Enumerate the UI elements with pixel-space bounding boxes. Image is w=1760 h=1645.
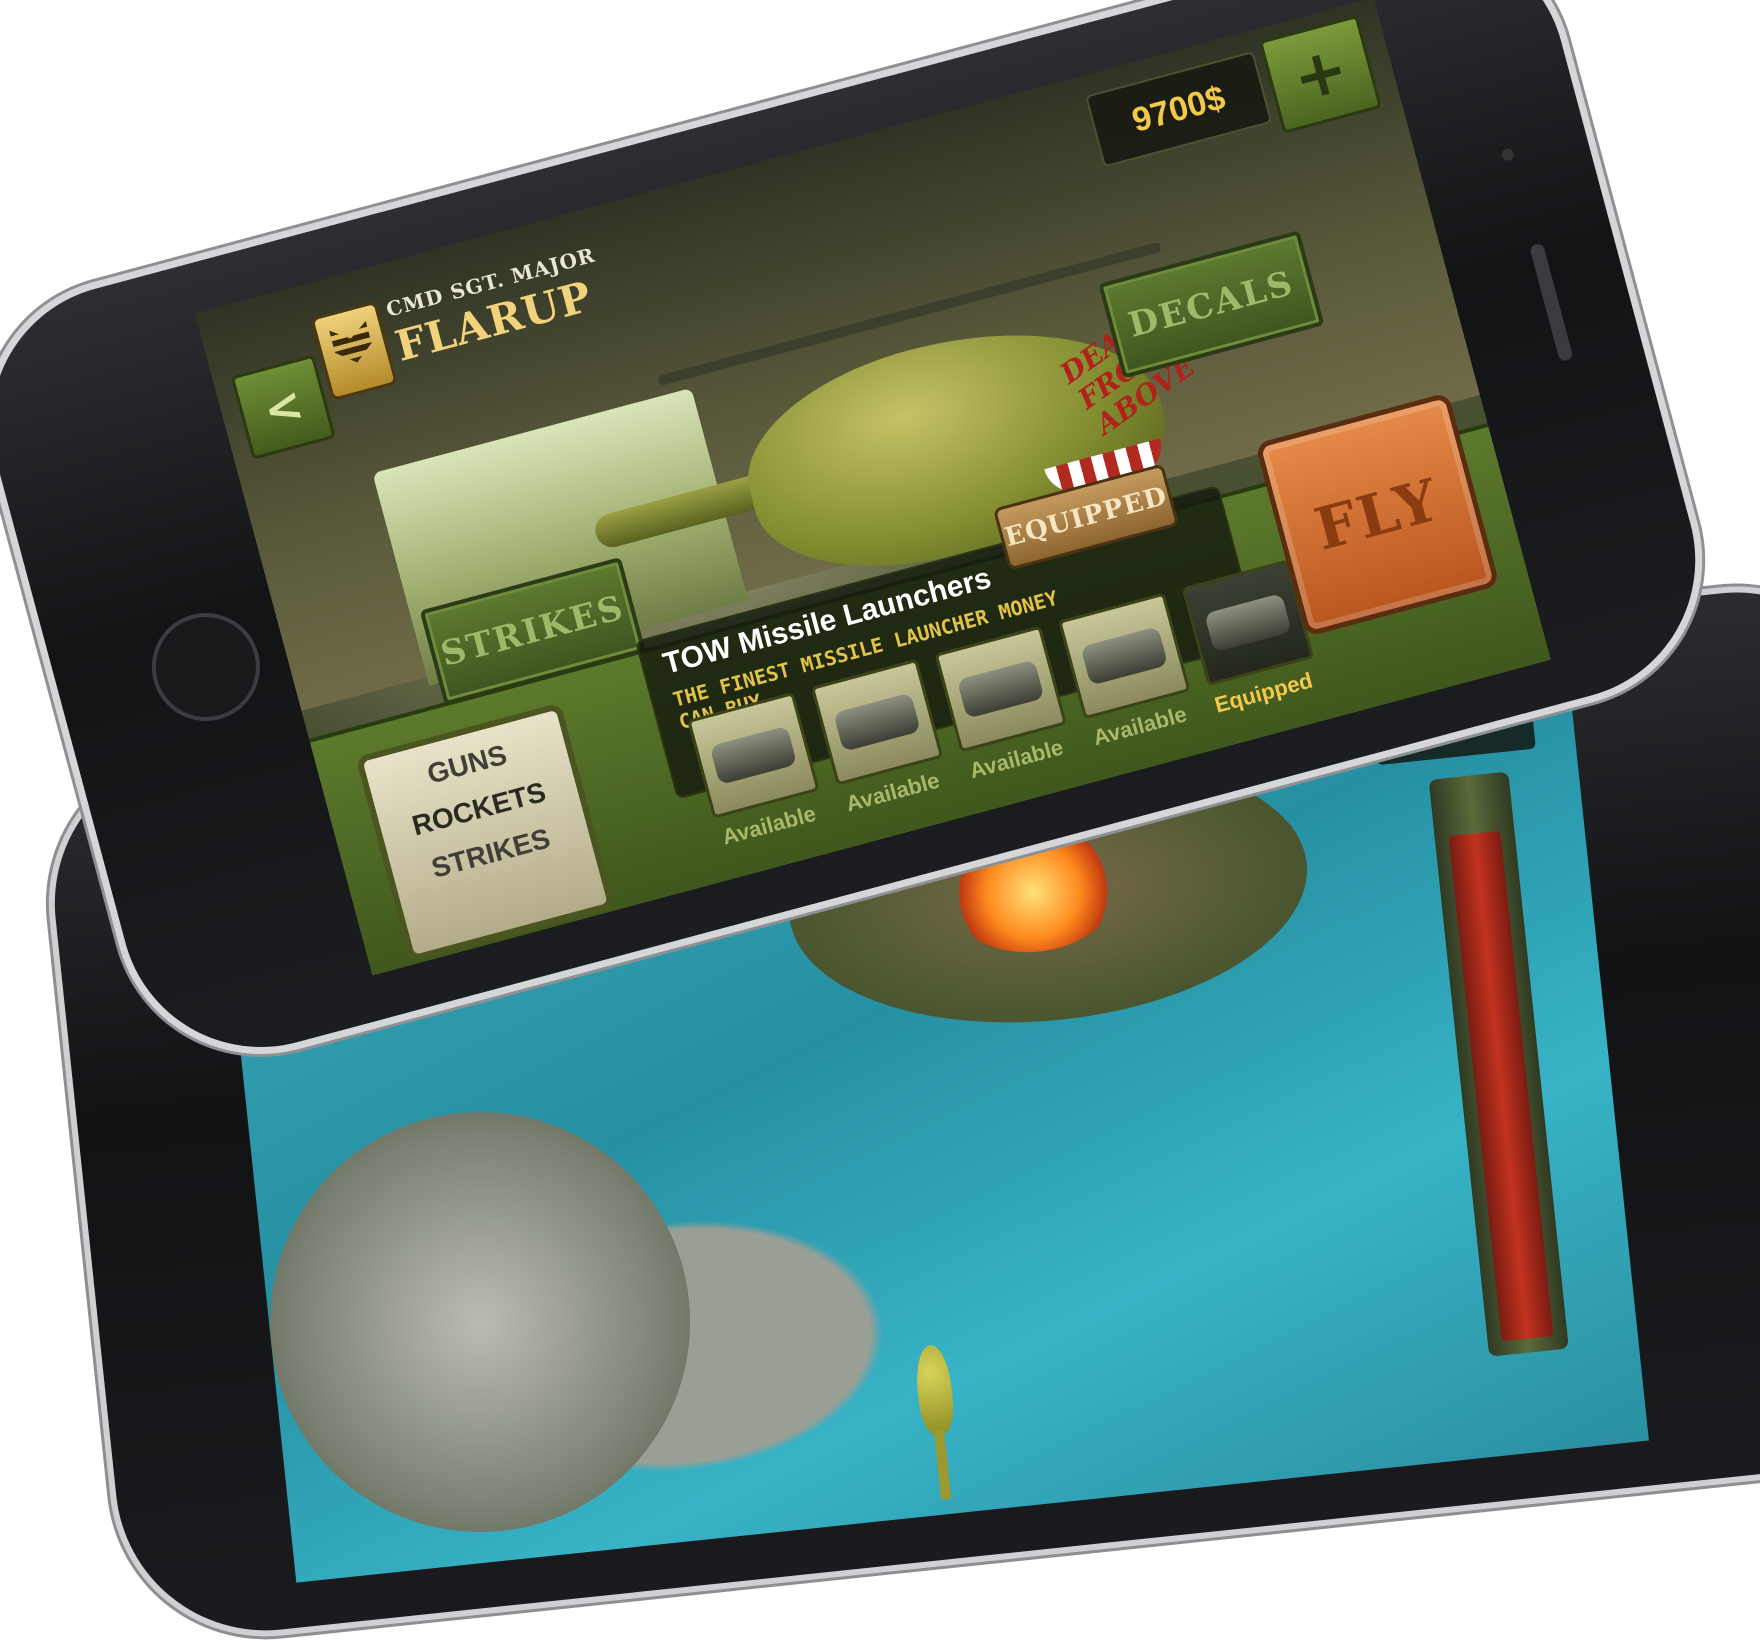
health-bar-fill xyxy=(1448,830,1554,1342)
minigun-icon xyxy=(1080,626,1169,686)
helicopter-tail xyxy=(933,1429,952,1500)
weapon-slot-3[interactable]: Available xyxy=(934,625,1076,808)
front-camera xyxy=(1500,147,1515,162)
player-helicopter xyxy=(895,1341,980,1500)
weapon-slot-2[interactable]: Available xyxy=(810,658,953,841)
cannon-icon xyxy=(709,725,798,785)
rocky-shore xyxy=(249,1091,711,1553)
helicopter-body xyxy=(913,1343,957,1437)
missile-launcher-icon xyxy=(1204,593,1292,653)
autocannon-icon xyxy=(833,692,921,752)
rocket-pod-icon xyxy=(956,659,1045,719)
home-button[interactable] xyxy=(139,600,273,734)
weapon-slot-4[interactable]: Available xyxy=(1057,592,1200,775)
health-bar xyxy=(1428,771,1569,1357)
earpiece-speaker xyxy=(1529,242,1574,363)
